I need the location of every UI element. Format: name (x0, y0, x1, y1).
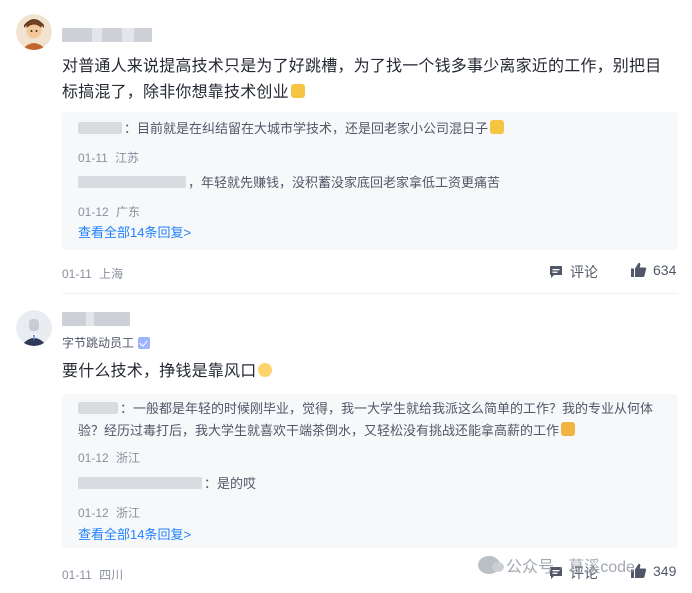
reply-username-masked[interactable] (78, 402, 118, 414)
emoji-icon (490, 120, 505, 134)
comment-location: 上海 (99, 267, 124, 281)
comment-date: 01-11 (62, 267, 92, 281)
reply-text: ：目前就是在纠结留在大城市学技术，还是回老家小公司混日子 (124, 121, 489, 136)
reply-item: ：是的哎 (78, 473, 256, 495)
comment-meta: 01-11 四川 (62, 566, 127, 583)
thumbs-up-icon (631, 262, 647, 277)
verified-icon (138, 336, 151, 349)
comment-date: 01-11 (62, 568, 92, 582)
emoji-icon (258, 363, 273, 377)
reply-list: ：目前就是在纠结留在大城市学技术，还是回老家小公司混日子 01-11 江苏 ，年… (62, 112, 678, 250)
username-masked[interactable] (62, 28, 152, 42)
view-all-replies-link[interactable]: 查看全部14条回复> (78, 222, 191, 241)
avatar[interactable] (16, 310, 52, 346)
reply-date: 01-12 (78, 205, 109, 219)
comment-2: 字节跳动员工 要什么技术，挣钱是靠风口 ：一般都是年轻的时候刚毕业，觉得，我一大… (0, 296, 692, 593)
badge-text: 字节跳动员工 (62, 336, 135, 350)
avatar[interactable] (16, 14, 52, 50)
avatar-icon (16, 14, 52, 50)
comment-1: 对普通人来说提高技术只是为了好跳槽，为了找一个钱多事少离家近的工作，别把目标搞混… (0, 0, 692, 295)
reply-date: 01-11 (78, 151, 108, 165)
reply-username-masked[interactable] (78, 477, 202, 489)
comment-button[interactable]: 评论 (548, 262, 598, 282)
comment-label: 评论 (570, 264, 598, 280)
like-button[interactable]: 634 (630, 262, 676, 278)
reply-meta: 01-12 广东 (78, 203, 144, 220)
watermark-text: 公众号 · 葛溪code (506, 559, 635, 576)
reply-date: 01-12 (78, 451, 109, 465)
comment-location: 四川 (99, 568, 124, 582)
reply-location: 浙江 (116, 506, 141, 520)
username-masked[interactable] (62, 312, 130, 326)
reply-username-masked[interactable] (78, 122, 122, 134)
avatar-icon (16, 310, 52, 346)
comment-text-content: 要什么技术，挣钱是靠风口 (62, 363, 257, 380)
reply-text: ，年轻就先赚钱，没积蓄没家底回老家拿低工资更痛苦 (188, 175, 501, 190)
reply-item: ：一般都是年轻的时候刚毕业，觉得，我一大学生就给我派这么简单的工作？我的专业从何… (78, 398, 668, 442)
emoji-icon (561, 422, 576, 436)
like-count: 349 (653, 563, 677, 579)
employer-badge: 字节跳动员工 (62, 334, 151, 351)
reply-item: ，年轻就先赚钱，没积蓄没家底回老家拿低工资更痛苦 (78, 172, 500, 194)
reply-list: ：一般都是年轻的时候刚毕业，觉得，我一大学生就给我派这么简单的工作？我的专业从何… (62, 394, 678, 548)
reply-date: 01-12 (78, 506, 109, 520)
comment-text: 对普通人来说提高技术只是为了好跳槽，为了找一个钱多事少离家近的工作，别把目标搞混… (62, 58, 662, 101)
reply-text: ：是的哎 (204, 476, 257, 491)
view-all-replies-link[interactable]: 查看全部14条回复> (78, 524, 191, 543)
reply-meta: 01-12 浙江 (78, 449, 144, 466)
reply-username-masked[interactable] (78, 176, 186, 188)
wechat-icon (478, 556, 504, 574)
comment-text: 要什么技术，挣钱是靠风口 (62, 359, 674, 385)
comment-icon (550, 266, 562, 278)
reply-location: 浙江 (116, 451, 141, 465)
emoji-icon (290, 84, 305, 98)
divider (62, 293, 678, 294)
like-count: 634 (653, 262, 677, 278)
reply-meta: 01-12 浙江 (78, 504, 144, 521)
watermark: 公众号 · 葛溪code (478, 553, 635, 577)
reply-item: ：目前就是在纠结留在大城市学技术，还是回老家小公司混日子 (78, 118, 505, 140)
reply-location: 广东 (116, 205, 141, 219)
like-button[interactable]: 349 (630, 563, 676, 579)
reply-location: 江苏 (115, 151, 140, 165)
comment-meta: 01-11 上海 (62, 265, 127, 282)
reply-meta: 01-11 江苏 (78, 149, 143, 166)
